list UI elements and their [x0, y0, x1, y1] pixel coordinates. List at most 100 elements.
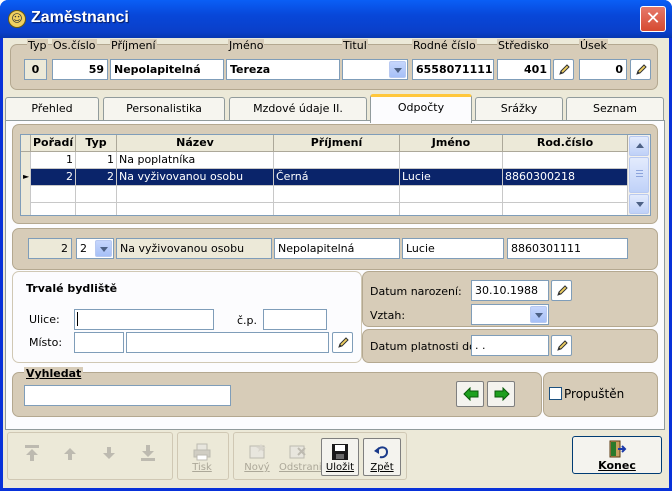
- next-record-button[interactable]: [487, 381, 515, 407]
- pencil-icon: [636, 64, 647, 75]
- scroll-down-button[interactable]: [629, 194, 649, 214]
- print-button[interactable]: Tisk: [183, 438, 221, 476]
- detail-typ-select[interactable]: 2: [76, 238, 114, 259]
- narozeni-label: Datum narození:: [370, 285, 462, 298]
- chevron-down-icon: [636, 202, 644, 207]
- typ-field[interactable]: 0: [24, 59, 47, 80]
- row-indicator: ►: [21, 169, 31, 186]
- deductions-table[interactable]: Pořadí Typ Název Příjmení Jméno Rod.čísl…: [20, 134, 651, 216]
- tab-odpocty[interactable]: Odpočty: [370, 94, 472, 123]
- vztah-label: Vztah:: [370, 309, 406, 322]
- misto-input[interactable]: [126, 332, 329, 353]
- search-title: Vyhledat: [24, 367, 84, 380]
- ulice-input[interactable]: [74, 309, 214, 330]
- tab-personalistika[interactable]: Personalistika: [103, 97, 225, 120]
- arrow-left-icon: [463, 387, 479, 401]
- titul-select[interactable]: [342, 59, 408, 80]
- jmeno-label: Jméno: [228, 39, 265, 52]
- stredisko-edit-button[interactable]: [553, 59, 574, 80]
- new-label: Nový: [244, 462, 270, 473]
- cell-empty: [503, 203, 628, 215]
- narozeni-field[interactable]: 30.10.1988: [471, 280, 549, 301]
- usek-edit-button[interactable]: [630, 59, 651, 80]
- prijmeni-field[interactable]: Nepolapitelná: [110, 59, 224, 80]
- table-row[interactable]: 1 1 Na poplatníka: [21, 152, 628, 169]
- propusten-checkbox[interactable]: [549, 387, 562, 400]
- new-button[interactable]: Nový: [238, 438, 276, 476]
- col-poradi[interactable]: Pořadí: [31, 135, 76, 152]
- cell-typ: 1: [76, 152, 117, 169]
- titul-label: Titul: [342, 39, 368, 52]
- chevron-down-icon[interactable]: [530, 306, 547, 323]
- delete-button[interactable]: Odstranit: [278, 438, 326, 476]
- narozeni-edit-button[interactable]: [551, 280, 572, 301]
- stredisko-field[interactable]: 401: [497, 59, 551, 80]
- tab-mzdove-udaje[interactable]: Mzdové údaje II.: [229, 97, 367, 120]
- cp-input[interactable]: [263, 309, 327, 330]
- indicator-header: [21, 135, 31, 152]
- app-icon: ☺: [8, 10, 26, 28]
- prev-record-button[interactable]: [456, 381, 484, 407]
- scroll-up-button[interactable]: [629, 136, 649, 156]
- tab-prehled[interactable]: Přehled: [5, 97, 99, 120]
- close-button[interactable]: ✕: [640, 6, 666, 32]
- table-row-empty[interactable]: [21, 186, 628, 203]
- col-prijmeni[interactable]: Příjmení: [274, 135, 400, 152]
- col-typ[interactable]: Typ: [76, 135, 117, 152]
- cell-empty: [76, 203, 117, 215]
- table-row-selected[interactable]: ► 2 2 Na vyživovanou osobu Černá Lucie 8…: [21, 169, 628, 186]
- col-jmeno[interactable]: Jméno: [400, 135, 503, 152]
- row-indicator: [21, 152, 31, 169]
- konec-label: Konec: [598, 459, 636, 472]
- cell-empty: [117, 186, 274, 203]
- close-form-button[interactable]: Konec: [572, 436, 662, 474]
- usek-field[interactable]: 0: [579, 59, 627, 80]
- vztah-select[interactable]: [471, 304, 549, 325]
- rodne-cislo-field[interactable]: 6558071111: [412, 59, 494, 80]
- usek-label: Úsek: [579, 39, 608, 52]
- cell-poradi: 1: [31, 152, 76, 169]
- platnost-label: Datum platnosti do:: [370, 340, 480, 353]
- table-row-empty[interactable]: [21, 203, 628, 215]
- detail-rod-cislo-field[interactable]: 8860301111: [507, 238, 628, 259]
- pencil-icon: [557, 285, 568, 296]
- psc-input[interactable]: [74, 332, 124, 353]
- cell-rod-cislo: 8860300218: [503, 169, 628, 186]
- pencil-icon: [559, 64, 570, 75]
- tab-srazky[interactable]: Srážky: [475, 97, 563, 120]
- jmeno-field[interactable]: Tereza: [226, 59, 340, 80]
- arrow-down-icon: [103, 447, 115, 459]
- detail-nazev-field: Na vyživovanou osobu: [116, 238, 272, 259]
- table-header: Pořadí Typ Název Příjmení Jméno Rod.čísl…: [21, 135, 628, 152]
- misto-edit-button[interactable]: [332, 332, 353, 353]
- chevron-down-icon[interactable]: [389, 61, 406, 78]
- detail-jmeno-field[interactable]: Lucie: [402, 238, 504, 259]
- first-record-button[interactable]: [13, 438, 51, 476]
- os-cislo-field[interactable]: 59: [52, 59, 108, 80]
- pencil-icon: [338, 337, 349, 348]
- col-rod-cislo[interactable]: Rod.číslo: [503, 135, 628, 152]
- next-button[interactable]: [90, 438, 128, 476]
- save-button[interactable]: Uložit: [321, 438, 359, 476]
- platnost-field[interactable]: . .: [471, 335, 549, 356]
- chevron-down-icon[interactable]: [95, 240, 112, 257]
- cell-nazev: Na vyživovanou osobu: [117, 169, 274, 186]
- address-title: Trvalé bydliště: [26, 282, 118, 295]
- platnost-edit-button[interactable]: [551, 335, 572, 356]
- ulice-label: Ulice:: [29, 313, 60, 326]
- cell-typ: 2: [76, 169, 117, 186]
- arrow-bottom-icon: [141, 445, 155, 461]
- last-record-button[interactable]: [129, 438, 167, 476]
- arrow-right-icon: [494, 387, 510, 401]
- search-input[interactable]: [24, 385, 231, 406]
- os-cislo-label: Os.číslo: [52, 39, 97, 52]
- prev-button[interactable]: [51, 438, 89, 476]
- tab-seznam[interactable]: Seznam: [566, 97, 664, 120]
- window-title: Zaměstnanci: [31, 9, 129, 26]
- col-nazev[interactable]: Název: [117, 135, 274, 152]
- delete-record-icon: [289, 445, 306, 459]
- detail-prijmeni-field[interactable]: Nepolapitelná: [274, 238, 400, 259]
- table-scrollbar[interactable]: [628, 135, 650, 215]
- undo-button[interactable]: Zpět: [363, 438, 401, 476]
- scroll-thumb[interactable]: [629, 157, 649, 193]
